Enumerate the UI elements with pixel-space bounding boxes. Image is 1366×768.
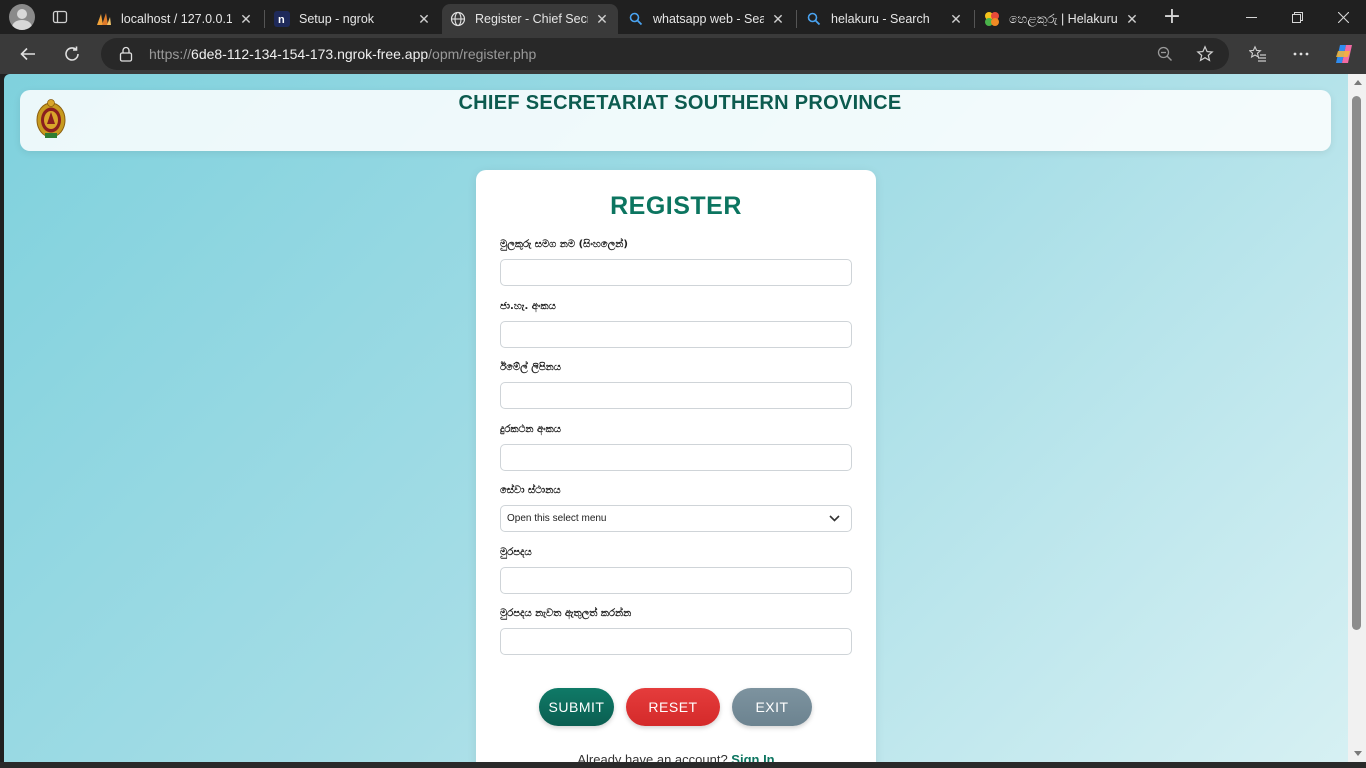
tab-whatsapp-search[interactable]: whatsapp web - Searc ✕ bbox=[620, 4, 794, 34]
email-input[interactable] bbox=[500, 382, 852, 409]
tab-register[interactable]: Register - Chief Secret ✕ bbox=[442, 4, 618, 34]
scroll-up-arrow-icon[interactable] bbox=[1354, 80, 1362, 85]
search-icon bbox=[628, 11, 644, 27]
submit-button[interactable]: SUBMIT bbox=[539, 688, 614, 726]
url-text[interactable]: https://6de8-112-134-154-173.ngrok-free.… bbox=[149, 46, 536, 62]
confirm-password-label: මුරපදය නැවත ඇතුලත් කරන්න bbox=[500, 608, 632, 619]
tab-title: whatsapp web - Searc bbox=[653, 12, 764, 26]
close-icon[interactable]: ✕ bbox=[594, 11, 610, 27]
name-label: මුලකුරු සමග නම (සිංහලෙන්) bbox=[500, 239, 628, 250]
minimize-icon[interactable] bbox=[1228, 0, 1274, 34]
close-icon[interactable]: ✕ bbox=[948, 11, 964, 27]
phpmyadmin-icon bbox=[96, 11, 112, 27]
password-input[interactable] bbox=[500, 567, 852, 594]
email-label: ඊමේල් ලිපිනය bbox=[500, 362, 561, 373]
close-icon[interactable]: ✕ bbox=[770, 11, 786, 27]
page-scrollbar[interactable] bbox=[1348, 74, 1366, 762]
exit-button[interactable]: EXIT bbox=[732, 688, 812, 726]
url-scheme: https:// bbox=[149, 46, 192, 62]
url-host: 6de8-112-134-154-173.ngrok-free.app bbox=[191, 46, 429, 62]
reset-button[interactable]: RESET bbox=[626, 688, 720, 726]
address-bar[interactable]: https://6de8-112-134-154-173.ngrok-free.… bbox=[101, 38, 1229, 70]
tab-helakuru[interactable]: හෙළකුරු | Helakuru ✕ bbox=[976, 4, 1148, 34]
search-icon bbox=[806, 11, 822, 27]
confirm-password-input[interactable] bbox=[500, 628, 852, 655]
signin-prompt-text: Already have an account? bbox=[577, 752, 728, 762]
site-title: CHIEF SECRETARIAT SOUTHERN PROVINCE bbox=[458, 92, 902, 114]
copilot-icon[interactable] bbox=[1330, 40, 1358, 68]
tab-phpmyadmin[interactable]: localhost / 127.0.0.1 / ✕ bbox=[88, 4, 262, 34]
tab-separator bbox=[974, 10, 975, 28]
tab-actions-icon[interactable] bbox=[46, 3, 74, 31]
lock-icon[interactable] bbox=[119, 46, 133, 66]
profile-avatar-icon[interactable] bbox=[9, 4, 35, 30]
workplace-label: සේවා ස්ථානය bbox=[500, 485, 561, 496]
svg-text:n: n bbox=[278, 14, 285, 26]
url-path: /opm/register.php bbox=[428, 46, 537, 62]
page-viewport: CHIEF SECRETARIAT SOUTHERN PROVINCE REGI… bbox=[4, 74, 1348, 762]
zoom-out-icon[interactable] bbox=[1151, 40, 1179, 68]
helakuru-icon bbox=[984, 11, 1000, 27]
tab-title: Register - Chief Secret bbox=[475, 12, 588, 26]
back-arrow-icon[interactable] bbox=[14, 40, 42, 68]
close-icon[interactable]: ✕ bbox=[1124, 11, 1140, 27]
close-window-icon[interactable] bbox=[1320, 0, 1366, 34]
favorite-star-icon[interactable] bbox=[1191, 40, 1219, 68]
tab-title: localhost / 127.0.0.1 / bbox=[121, 12, 232, 26]
close-icon[interactable]: ✕ bbox=[238, 11, 254, 27]
register-heading: REGISTER bbox=[610, 192, 742, 220]
tab-title: helakuru - Search bbox=[831, 12, 930, 26]
new-tab-icon[interactable]: + bbox=[1160, 6, 1184, 30]
tab-separator bbox=[264, 10, 265, 28]
tab-title: හෙළකුරු | Helakuru bbox=[1009, 11, 1118, 26]
workplace-select-value: Open this select menu bbox=[507, 513, 607, 524]
tab-helakuru-search[interactable]: helakuru - Search ✕ bbox=[798, 4, 972, 34]
name-input[interactable] bbox=[500, 259, 852, 286]
scrollbar-thumb[interactable] bbox=[1352, 96, 1361, 630]
tab-ngrok[interactable]: n Setup - ngrok ✕ bbox=[266, 4, 440, 34]
phone-input[interactable] bbox=[500, 444, 852, 471]
window-bottom-edge bbox=[0, 762, 1366, 768]
nic-input[interactable] bbox=[500, 321, 852, 348]
close-icon[interactable]: ✕ bbox=[416, 11, 432, 27]
more-options-icon[interactable] bbox=[1287, 40, 1315, 68]
tab-separator bbox=[796, 10, 797, 28]
register-card: REGISTER මුලකුරු සමග නම (සිංහලෙන්) ජා.හැ… bbox=[476, 170, 876, 762]
workplace-select[interactable]: Open this select menu bbox=[500, 505, 852, 532]
globe-icon bbox=[450, 11, 466, 27]
nic-label: ජා.හැ. අංකය bbox=[500, 301, 556, 312]
refresh-icon[interactable] bbox=[58, 40, 86, 68]
restore-icon[interactable] bbox=[1274, 0, 1320, 34]
scroll-down-arrow-icon[interactable] bbox=[1354, 751, 1362, 756]
ngrok-icon: n bbox=[274, 11, 290, 27]
signin-prompt: Already have an account? Sign In bbox=[476, 752, 876, 762]
browser-toolbar: https://6de8-112-134-154-173.ngrok-free.… bbox=[0, 34, 1366, 74]
phone-label: දුරකථන අංකය bbox=[500, 424, 561, 435]
signin-link[interactable]: Sign In bbox=[731, 752, 774, 762]
chevron-down-icon bbox=[827, 512, 841, 526]
tab-title: Setup - ngrok bbox=[299, 12, 375, 26]
password-label: මුරපදය bbox=[500, 547, 532, 558]
favorites-list-icon[interactable] bbox=[1244, 40, 1272, 68]
